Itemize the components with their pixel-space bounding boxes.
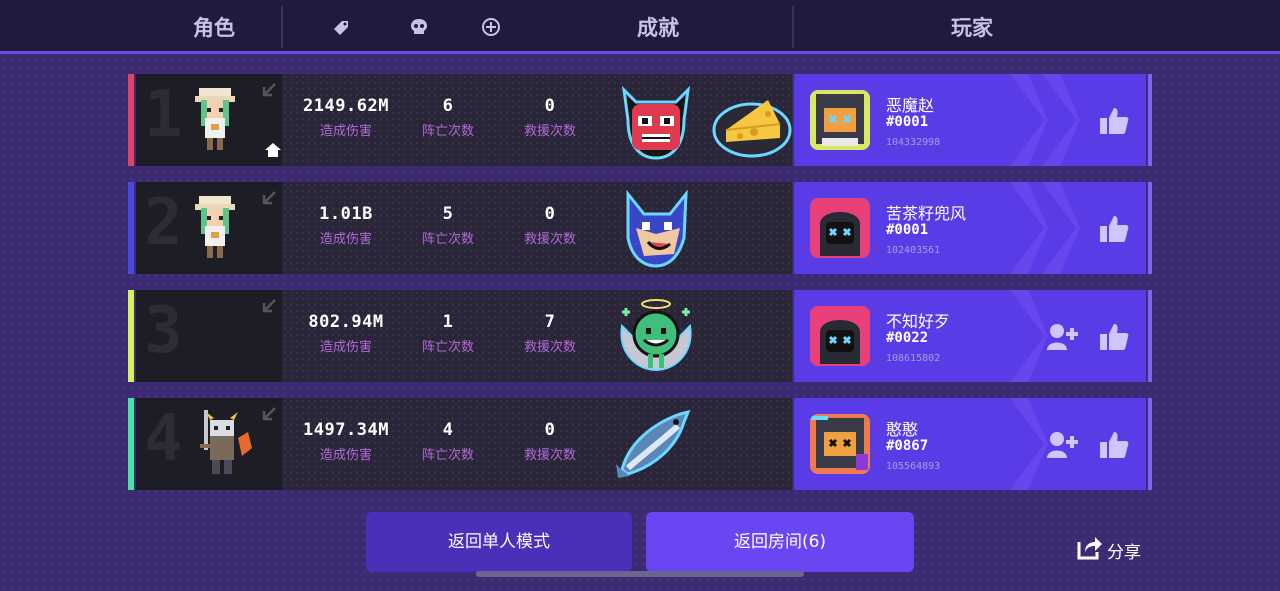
rescues-label: 救援次数 [523,124,576,139]
row-edge [1148,182,1152,274]
player-tag: #0001 [886,114,929,130]
share-label: 分享 [1107,543,1141,563]
plus-circle-icon[interactable] [480,16,502,38]
chevron-decoration [1042,182,1080,274]
elf-character-sprite [195,196,235,258]
add-friend-icon[interactable] [1046,322,1078,352]
result-row: 2 1.01B 造成伤害 5 阵亡次数 0 救援次数 苦茶籽兜风 #0001 1… [128,182,1152,274]
stats-cell: 1.01B 造成伤害 5 阵亡次数 0 救援次数 [282,182,792,274]
player-avatar[interactable] [810,414,870,474]
result-row: 4 1497.34M 造成伤害 4 阵亡次数 0 救援次数 憨憨 #0867 1… [128,398,1152,490]
header-achievement: 成就 [637,16,679,40]
share-icon [1077,537,1102,560]
row-edge [1148,290,1152,382]
cheese-badge[interactable] [710,80,794,162]
player-avatar[interactable] [810,90,870,150]
angel-blob-badge[interactable] [614,296,698,378]
thumbs-up-icon[interactable] [1098,106,1130,136]
rank-number: 3 [144,294,183,368]
stats-cell: 802.94M 造成伤害 1 阵亡次数 7 救援次数 [282,290,792,382]
elf-character-sprite [195,88,235,150]
rescues-stat: 0 救援次数 [490,96,610,139]
player-avatar[interactable] [810,198,870,258]
player-card[interactable]: 不知好歹 #0022 108615802 [794,290,1146,382]
rank-number: 4 [144,402,183,476]
fish-badge[interactable] [614,404,698,486]
arrow-down-left-icon [262,407,276,421]
add-friend-icon[interactable] [1046,430,1078,460]
thumbs-up-icon[interactable] [1098,214,1130,244]
rank-accent-bar [128,398,134,490]
rank-number: 1 [144,78,183,152]
rescues-label: 救援次数 [523,232,576,247]
rank-accent-bar [128,74,134,166]
player-id: 104332998 [886,137,941,148]
thumbs-up-icon[interactable] [1098,322,1130,352]
header-divider [281,6,283,48]
stats-cell: 1497.34M 造成伤害 4 阵亡次数 0 救援次数 [282,398,792,490]
thumbs-up-icon[interactable] [1098,430,1130,460]
rescues-value: 7 [544,312,556,332]
header-player: 玩家 [951,16,993,40]
rescues-stat: 0 救援次数 [490,204,610,247]
arrow-down-left-icon [262,83,276,97]
player-name: 恶魔赵 [886,96,935,115]
player-card[interactable]: 苦茶籽兜风 #0001 102403561 [794,182,1146,274]
player-tag: #0867 [886,438,929,454]
player-name: 憨憨 [886,420,919,439]
player-tag: #0001 [886,222,929,238]
rank-accent-bar [128,290,134,382]
wolf-badge[interactable] [614,188,698,270]
result-row: 1 2149.62M 造成伤害 6 阵亡次数 0 救援次数 恶魔赵 #0001 … [128,74,1152,166]
header-divider [792,6,794,48]
stats-cell: 2149.62M 造成伤害 6 阵亡次数 0 救援次数 [282,74,792,166]
rank-number: 2 [144,186,183,260]
home-indicator[interactable] [476,571,804,577]
player-card[interactable]: 恶魔赵 #0001 104332998 [794,74,1146,166]
arrow-down-left-icon [262,191,276,205]
chevron-decoration [1010,398,1048,490]
player-card[interactable]: 憨憨 #0867 105564893 [794,398,1146,490]
row-edge [1148,398,1152,490]
chevron-decoration [1010,290,1048,382]
skull-icon[interactable] [408,16,430,38]
rescues-value: 0 [544,420,556,440]
arrow-down-left-icon [262,299,276,313]
result-row: 3 802.94M 造成伤害 1 阵亡次数 7 救援次数 不知好歹 #0022 … [128,290,1152,382]
rescues-value: 0 [544,204,556,224]
tag-icon[interactable] [330,16,352,38]
player-tag: #0022 [886,330,929,346]
player-name: 不知好歹 [886,312,951,331]
back-single-mode-button[interactable]: 返回单人模式 [366,512,632,572]
rescues-label: 救援次数 [523,340,576,355]
column-header: 角色 成就 玩家 [0,0,1280,54]
row-edge [1148,74,1152,166]
rank-accent-bar [128,182,134,274]
home-icon [265,143,281,157]
player-id: 108615802 [886,353,941,364]
demon-face-badge[interactable] [614,80,698,162]
rescues-stat: 7 救援次数 [490,312,610,355]
back-room-button[interactable]: 返回房间(6) [646,512,914,572]
header-role: 角色 [193,16,235,40]
player-id: 102403561 [886,245,941,256]
player-avatar[interactable] [810,306,870,366]
chevron-decoration [1042,74,1080,166]
rescues-label: 救援次数 [523,448,576,463]
knight-character-sprite [200,410,252,474]
player-id: 105564893 [886,461,941,472]
rescues-value: 0 [544,96,556,116]
player-name: 苦茶籽兜风 [886,204,967,223]
rescues-stat: 0 救援次数 [490,420,610,463]
